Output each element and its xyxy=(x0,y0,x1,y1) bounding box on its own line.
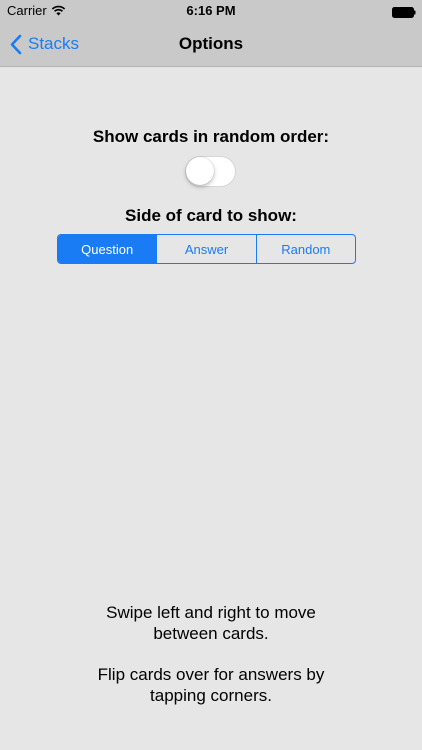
swipe-instruction: Swipe left and right to move between car… xyxy=(106,603,316,643)
status-time: 6:16 PM xyxy=(186,3,236,18)
status-bar: Carrier 6:16 PM xyxy=(0,0,422,22)
side-of-card-label: Side of card to show: xyxy=(125,206,297,225)
segment-answer[interactable]: Answer xyxy=(156,235,255,263)
random-order-label: Show cards in random order: xyxy=(92,127,330,146)
top-bar: Carrier 6:16 PM Stacks Options xyxy=(0,0,422,67)
back-button-label: Stacks xyxy=(28,34,80,53)
flip-instruction: Flip cards over for answers by tapping c… xyxy=(97,665,325,705)
segment-question[interactable]: Question xyxy=(58,235,157,263)
toggle-knob xyxy=(186,157,214,185)
random-order-toggle[interactable] xyxy=(185,156,236,187)
battery-icon xyxy=(392,5,416,18)
segment-random[interactable]: Random xyxy=(255,235,355,263)
back-button[interactable]: Stacks xyxy=(10,22,79,66)
navigation-bar: Stacks Options xyxy=(0,22,422,66)
options-content: Show cards in random order: Side of card… xyxy=(0,67,422,750)
instructions: Swipe left and right to move between car… xyxy=(0,602,422,726)
chevron-left-icon xyxy=(10,34,22,54)
side-segmented-control: Question Answer Random xyxy=(57,234,356,264)
